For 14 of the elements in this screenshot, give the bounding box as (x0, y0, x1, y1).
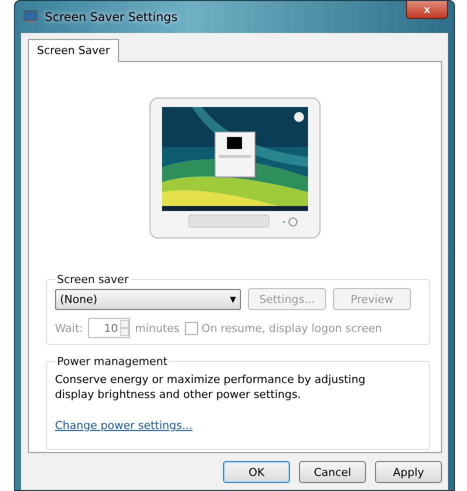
dialog-button[interactable]: OK (223, 461, 290, 483)
window-title: Screen Saver Settings (45, 10, 178, 24)
screen-saver-dropdown[interactable]: (None) ▼ (55, 288, 241, 310)
dialog-button[interactable]: Apply (375, 461, 442, 483)
description-text: Conserve energy or maximize performance by adjusting display brightness and other power settings. (55, 372, 366, 402)
dialog-button[interactable]: Cancel (299, 461, 366, 483)
group-label: Power management (56, 355, 168, 368)
monitor-icon (23, 10, 39, 24)
power-settings-link[interactable]: Change power settings... (55, 419, 192, 432)
tab[interactable]: Screen Saver (28, 39, 119, 62)
close-button[interactable]: x (406, 1, 448, 19)
wait-label: Wait: (55, 322, 83, 334)
group-label: Screen saver (56, 273, 130, 286)
unit-label: minutes (135, 322, 180, 334)
